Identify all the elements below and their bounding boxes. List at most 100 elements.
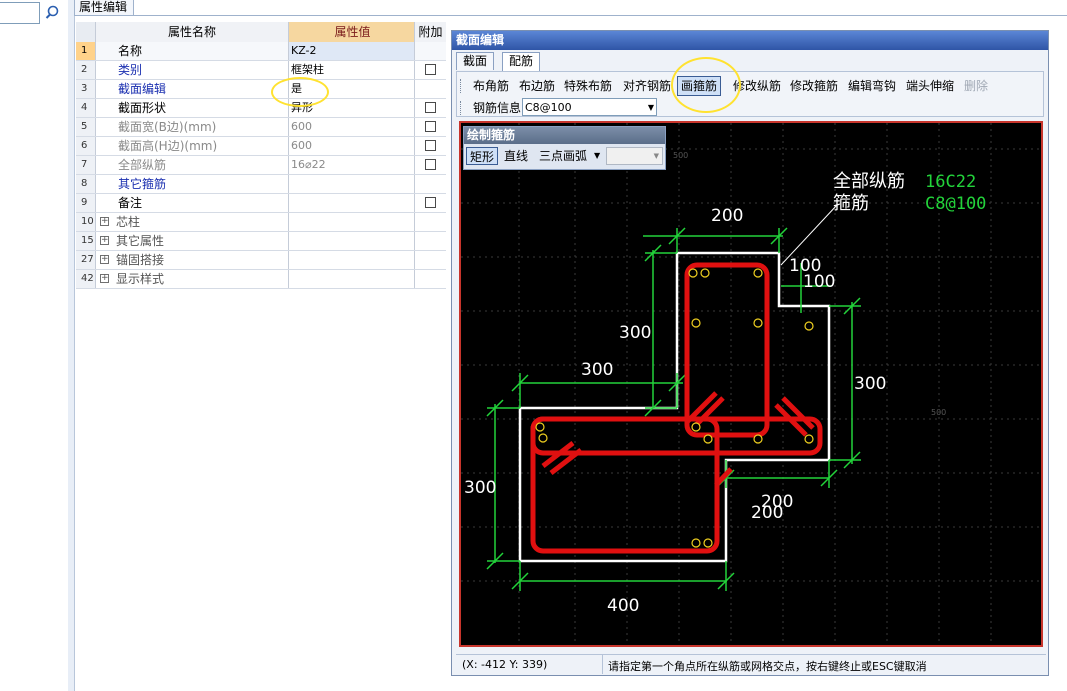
row-value[interactable] — [289, 175, 415, 193]
row-value[interactable]: KZ-2 — [289, 42, 415, 60]
grid-row[interactable]: 4 截面形状 异形 — [76, 99, 446, 118]
expand-icon[interactable]: + — [100, 274, 109, 283]
btn-edit-hook[interactable]: 编辑弯钩 — [848, 76, 896, 96]
row-extra — [415, 156, 446, 174]
dim-label: 300 — [581, 360, 613, 380]
row-number: 7 — [76, 156, 96, 174]
extra-checkbox[interactable] — [425, 197, 436, 208]
row-value[interactable] — [289, 251, 415, 269]
dim-label: 200 — [711, 206, 743, 226]
mode-line[interactable]: 直线 — [504, 147, 528, 165]
splitter[interactable] — [68, 0, 75, 691]
grid-row[interactable]: 42 + 显示样式 — [76, 270, 446, 289]
grid-header: 属性名称 属性值 附加 — [76, 22, 446, 43]
grid-row[interactable]: 8 其它箍筋 — [76, 175, 446, 194]
row-value[interactable]: 600 — [289, 137, 415, 155]
chevron-down-icon: ▼ — [653, 152, 659, 160]
row-number: 5 — [76, 118, 96, 136]
row-value[interactable] — [289, 213, 415, 231]
mode-arc[interactable]: 三点画弧 — [539, 147, 587, 165]
highlight-circle-toolbar — [671, 57, 741, 113]
row-extra — [415, 99, 446, 117]
left-panel — [0, 0, 69, 691]
row-extra — [415, 137, 446, 155]
grid-row[interactable]: 10 + 芯柱 — [76, 213, 446, 232]
grid-row[interactable]: 1 名称 KZ-2 — [76, 42, 446, 61]
row-name-text: 其它属性 — [116, 234, 165, 248]
row-number: 15 — [76, 232, 96, 250]
row-name: + 显示样式 — [96, 270, 289, 288]
arc-param-select[interactable]: ▼ — [606, 147, 663, 165]
btn-align-rebar[interactable]: 对齐钢筋 — [623, 76, 671, 96]
grid-row[interactable]: 5 截面宽(B边)(mm) 600 — [76, 118, 446, 137]
btn-edge-rebar[interactable]: 布边筋 — [519, 76, 555, 96]
btn-end-stretch[interactable]: 端头伸缩 — [906, 76, 954, 96]
expand-icon[interactable]: + — [100, 236, 109, 245]
extra-checkbox[interactable] — [425, 159, 436, 170]
row-name: 备注 — [96, 194, 289, 212]
property-grid: 属性名称 属性值 附加 1 名称 KZ-2 2 类别 框架柱 3 截面编辑是 4 截面形状 异形 5 截… — [76, 22, 446, 294]
row-extra — [415, 251, 446, 269]
grid-row[interactable]: 3 截面编辑是 — [76, 80, 446, 99]
row-name: + 其它属性 — [96, 232, 289, 250]
row-number: 2 — [76, 61, 96, 79]
dim-label: 200 — [751, 503, 783, 523]
row-value[interactable]: 600 — [289, 118, 415, 136]
drawing-canvas[interactable]: 500 500 200 100 100 300 300 300 300 200 … — [459, 121, 1043, 647]
tab-rebar[interactable]: 配筋 — [502, 52, 541, 71]
row-extra — [415, 61, 446, 79]
row-name: + 芯柱 — [96, 213, 289, 231]
legend-all-label: 全部纵筋 — [833, 171, 905, 192]
row-name: 截面高(H边)(mm) — [96, 137, 289, 155]
extra-checkbox[interactable] — [425, 64, 436, 75]
btn-special-rebar[interactable]: 特殊布筋 — [564, 76, 612, 96]
chevron-down-icon[interactable]: ▼ — [594, 151, 600, 160]
row-extra — [415, 213, 446, 231]
row-value[interactable] — [289, 270, 415, 288]
rebar-info-select[interactable]: C8@100 ▼ — [522, 98, 657, 116]
grid-row[interactable]: 2 类别 框架柱 — [76, 61, 446, 80]
rebar-info-value: C8@100 — [525, 101, 572, 114]
row-value[interactable]: 16⌀22 — [289, 156, 415, 174]
row-extra — [415, 194, 446, 212]
extra-checkbox[interactable] — [425, 140, 436, 151]
search-button[interactable] — [42, 2, 66, 24]
tab-property-edit[interactable]: 属性编辑 — [74, 0, 134, 16]
btn-corner-rebar[interactable]: 布角筋 — [473, 76, 509, 96]
search-input[interactable] — [0, 2, 40, 24]
mode-rectangle[interactable]: 矩形 — [466, 147, 499, 165]
legend-stirrup-label: 箍筋 — [833, 193, 869, 214]
row-number: 42 — [76, 270, 96, 288]
row-number: 4 — [76, 99, 96, 117]
grid-row[interactable]: 7 全部纵筋 16⌀22 — [76, 156, 446, 175]
btn-delete[interactable]: 删除 — [964, 76, 988, 96]
legend-all-value: 16C22 — [925, 172, 976, 192]
row-name: 其它箍筋 — [96, 175, 289, 193]
status-coords: (X: -412 Y: 339) — [462, 658, 548, 671]
grid-tick-label: 500 — [931, 408, 946, 417]
expand-icon[interactable]: + — [100, 255, 109, 264]
rebar-info-label: 钢筋信息 — [473, 101, 522, 115]
grid-row[interactable]: 6 截面高(H边)(mm) 600 — [76, 137, 446, 156]
toolbar-grip — [460, 79, 463, 93]
row-value[interactable]: 框架柱 — [289, 61, 415, 79]
grid-row[interactable]: 15 + 其它属性 — [76, 232, 446, 251]
row-number: 3 — [76, 80, 96, 98]
legend-stirrup-value: C8@100 — [925, 194, 986, 214]
expand-icon[interactable]: + — [100, 217, 109, 226]
tab-section[interactable]: 截面 — [456, 52, 495, 70]
section-edit-dialog: 截面编辑 截面 配筋 布角筋 布边筋 特殊布筋 对齐钢筋 画箍筋 修改纵筋 修改… — [451, 30, 1049, 676]
btn-modify-stirrup[interactable]: 修改箍筋 — [790, 76, 838, 96]
grid-row[interactable]: 27 + 锚固搭接 — [76, 251, 446, 270]
grid-header-extra: 附加 — [418, 25, 443, 39]
extra-checkbox[interactable] — [425, 121, 436, 132]
draw-stirrup-panel: 绘制箍筋 矩形 直线 三点画弧 ▼ ▼ — [463, 126, 666, 170]
status-message: 请指定第一个角点所在纵筋或网格交点，按右键终止或ESC键取消 — [608, 660, 927, 673]
grid-row[interactable]: 9 备注 — [76, 194, 446, 213]
row-value[interactable] — [289, 232, 415, 250]
extra-checkbox[interactable] — [425, 102, 436, 113]
row-name: 全部纵筋 — [96, 156, 289, 174]
row-value[interactable] — [289, 194, 415, 212]
row-name: 类别 — [96, 61, 289, 79]
tab-underline — [74, 15, 1067, 16]
